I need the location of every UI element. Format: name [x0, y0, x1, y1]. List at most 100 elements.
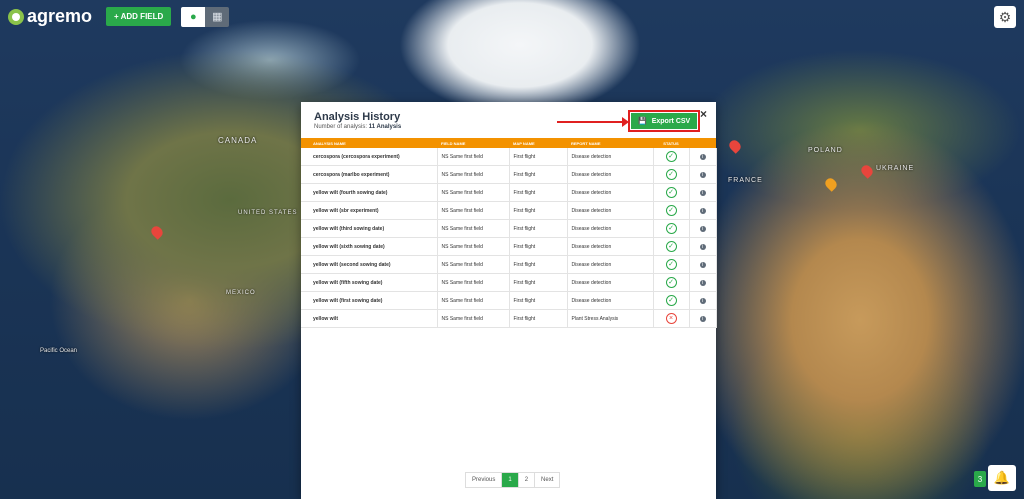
- column-header-report-name[interactable]: REPORT NAME: [567, 138, 653, 148]
- map-name-cell: First flight: [509, 201, 568, 220]
- map-view-button[interactable]: ●: [181, 6, 206, 27]
- info-cell: i: [689, 273, 717, 292]
- pagination-page-1[interactable]: 1: [502, 473, 519, 487]
- status-cell: ✓: [653, 183, 690, 202]
- status-success-icon: ✓: [665, 277, 677, 288]
- table-row[interactable]: yellow wilt NS Same first field First flig…: [301, 309, 717, 328]
- field-name-cell: NS Same first field: [437, 165, 510, 184]
- table-row[interactable]: yellow wilt (sixth sowing date) NS Same f…: [301, 237, 717, 256]
- info-icon[interactable]: i: [699, 225, 706, 232]
- status-cell: ✓: [653, 219, 690, 238]
- info-icon[interactable]: i: [699, 261, 706, 268]
- map-name-cell: First flight: [509, 219, 568, 238]
- add-field-button[interactable]: + ADD FIELD: [106, 7, 172, 26]
- map-name-cell: First flight: [509, 148, 568, 166]
- gear-icon: ⚙: [998, 8, 1012, 25]
- info-cell: i: [689, 201, 717, 220]
- info-icon[interactable]: i: [699, 153, 706, 160]
- info-icon[interactable]: i: [699, 279, 706, 286]
- modal-title: Analysis History: [314, 111, 401, 123]
- status-success-icon: ✓: [665, 151, 677, 162]
- report-name-cell: Disease detection: [567, 219, 654, 238]
- settings-button[interactable]: ⚙: [994, 6, 1016, 28]
- table-row[interactable]: yellow wilt (fourth sowing date) NS Same …: [301, 183, 717, 202]
- status-cell: ✓: [653, 165, 690, 184]
- table-row[interactable]: yellow wilt (second sowing date) NS Same …: [301, 255, 717, 274]
- report-name-cell: Disease detection: [567, 148, 654, 166]
- map-name-cell: First flight: [509, 255, 568, 274]
- info-icon[interactable]: i: [699, 189, 706, 196]
- field-name-cell: NS Same first field: [437, 273, 510, 292]
- grid-icon: ▦: [212, 11, 223, 23]
- report-name-cell: Disease detection: [567, 273, 654, 292]
- column-header-field-name[interactable]: FIELD NAME: [437, 138, 509, 148]
- table-row[interactable]: yellow wilt (third sowing date) NS Same f…: [301, 219, 717, 238]
- map-label-mexico: MEXICO: [226, 290, 256, 296]
- pagination-previous[interactable]: Previous: [466, 473, 503, 487]
- field-name-cell: NS Same first field: [437, 148, 510, 166]
- status-cell: ×: [653, 309, 690, 328]
- map-label-poland: POLAND: [808, 147, 843, 154]
- map-name-cell: First flight: [509, 183, 568, 202]
- map-name-cell: First flight: [509, 309, 568, 328]
- map-label-france: FRANCE: [728, 177, 763, 184]
- table-row[interactable]: cercospora (marlbo experiment) NS Same fi…: [301, 165, 717, 184]
- info-cell: i: [689, 309, 717, 328]
- status-cell: ✓: [653, 237, 690, 256]
- top-bar: agremo + ADD FIELD ● ▦: [8, 6, 230, 27]
- notification-count-badge: 3: [974, 471, 986, 487]
- status-failed-icon: ×: [665, 313, 677, 324]
- info-icon[interactable]: i: [699, 297, 706, 304]
- analysis-name-cell: yellow wilt: [301, 309, 438, 328]
- info-cell: i: [689, 255, 717, 274]
- info-icon[interactable]: i: [699, 243, 706, 250]
- status-cell: ✓: [653, 148, 690, 166]
- status-success-icon: ✓: [665, 187, 677, 198]
- close-icon[interactable]: ×: [700, 107, 707, 121]
- notifications-button[interactable]: 🔔: [988, 465, 1016, 491]
- table-row[interactable]: cercospora (cercospora experiment) NS Sam…: [301, 148, 717, 166]
- map-label-ukraine: UKRAINE: [876, 165, 915, 172]
- table-row[interactable]: yellow wilt (first sowing date) NS Same f…: [301, 291, 717, 310]
- analysis-name-cell: yellow wilt (sixth sowing date): [301, 237, 438, 256]
- info-icon[interactable]: i: [699, 207, 706, 214]
- map-pin-icon: ●: [189, 10, 197, 23]
- column-header-status[interactable]: STATUS: [653, 138, 689, 148]
- analysis-name-cell: cercospora (cercospora experiment): [301, 148, 438, 166]
- analysis-name-cell: yellow wilt (fourth sowing date): [301, 183, 438, 202]
- report-name-cell: Disease detection: [567, 183, 654, 202]
- column-header-analysis-name[interactable]: ANALYSIS NAME: [301, 138, 437, 148]
- analysis-count-value: 11 Analysis: [368, 124, 402, 130]
- info-icon[interactable]: i: [699, 171, 706, 178]
- table-row[interactable]: yellow wilt (fifth sowing date) NS Same f…: [301, 273, 717, 292]
- status-cell: ✓: [653, 255, 690, 274]
- pagination: Previous 1 2 Next: [465, 472, 561, 488]
- table-row[interactable]: yellow wilt (sbr experiment) NS Same firs…: [301, 201, 717, 220]
- pagination-page-2[interactable]: 2: [519, 473, 536, 487]
- map-name-cell: First flight: [509, 237, 568, 256]
- status-success-icon: ✓: [665, 169, 677, 180]
- status-cell: ✓: [653, 201, 690, 220]
- agremo-logo[interactable]: agremo: [8, 6, 92, 27]
- export-csv-button[interactable]: 💾 Export CSV: [631, 113, 698, 129]
- info-cell: i: [689, 183, 717, 202]
- column-header-info: [689, 138, 716, 148]
- pagination-next[interactable]: Next: [535, 473, 559, 487]
- report-name-cell: Disease detection: [567, 237, 654, 256]
- analysis-name-cell: yellow wilt (third sowing date): [301, 219, 438, 238]
- export-csv-label: Export CSV: [651, 117, 691, 125]
- report-name-cell: Disease detection: [567, 165, 654, 184]
- analysis-name-cell: yellow wilt (sbr experiment): [301, 201, 438, 220]
- column-header-map-name[interactable]: MAP NAME: [509, 138, 567, 148]
- annotation-arrow: [557, 117, 629, 127]
- analysis-table: ANALYSIS NAME FIELD NAME MAP NAME REPORT…: [301, 138, 717, 328]
- grid-view-button[interactable]: ▦: [205, 6, 230, 27]
- info-icon[interactable]: i: [699, 315, 706, 322]
- field-name-cell: NS Same first field: [437, 255, 510, 274]
- info-cell: i: [689, 237, 717, 256]
- report-name-cell: Disease detection: [567, 201, 654, 220]
- field-name-cell: NS Same first field: [437, 291, 510, 310]
- bell-icon: 🔔: [993, 470, 1011, 485]
- analysis-name-cell: yellow wilt (second sowing date): [301, 255, 438, 274]
- table-header-row: ANALYSIS NAME FIELD NAME MAP NAME REPORT…: [301, 138, 716, 148]
